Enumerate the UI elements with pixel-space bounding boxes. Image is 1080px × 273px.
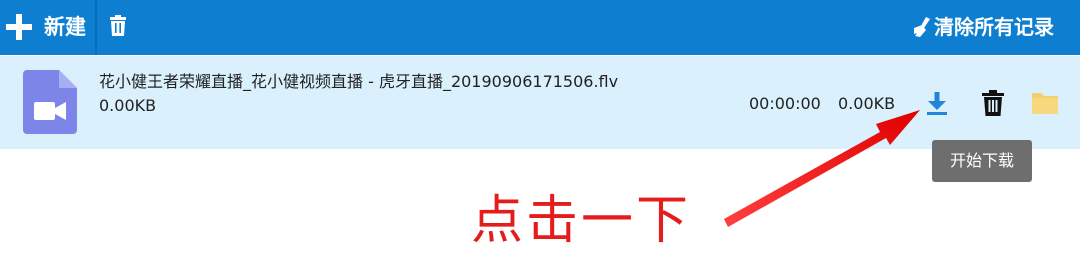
download-icon	[927, 92, 947, 115]
video-file-icon	[23, 70, 77, 134]
clear-all-records-button[interactable]: 清除所有记录	[912, 0, 1072, 55]
new-button-label: 新建	[44, 15, 86, 39]
clear-all-records-label: 清除所有记录	[934, 15, 1054, 39]
trash-icon	[110, 15, 126, 36]
toolbar-divider	[95, 0, 97, 55]
folder-icon	[1032, 93, 1058, 114]
broom-icon	[914, 17, 930, 37]
delete-record-button[interactable]	[978, 88, 1008, 118]
delete-all-button[interactable]	[104, 0, 134, 55]
record-row[interactable]: 花小健王者荣耀直播_花小健视频直播 - 虎牙直播_20190906171506.…	[0, 56, 1080, 149]
duration: 00:00:00	[749, 94, 821, 113]
toolbar: 新建 清除所有记录	[0, 0, 1080, 55]
new-button[interactable]: 新建	[0, 0, 96, 55]
file-name: 花小健王者荣耀直播_花小健视频直播 - 虎牙直播_20190906171506.…	[99, 72, 619, 91]
start-download-button[interactable]	[922, 88, 952, 118]
open-folder-button[interactable]	[1030, 88, 1060, 118]
start-download-tooltip: 开始下载	[932, 140, 1032, 182]
file-size: 0.00KB	[99, 96, 157, 115]
plus-icon	[6, 14, 32, 40]
annotation-caption: 点击一下	[471, 191, 692, 251]
received-size: 0.00KB	[838, 94, 896, 113]
trash-icon	[982, 90, 1004, 116]
